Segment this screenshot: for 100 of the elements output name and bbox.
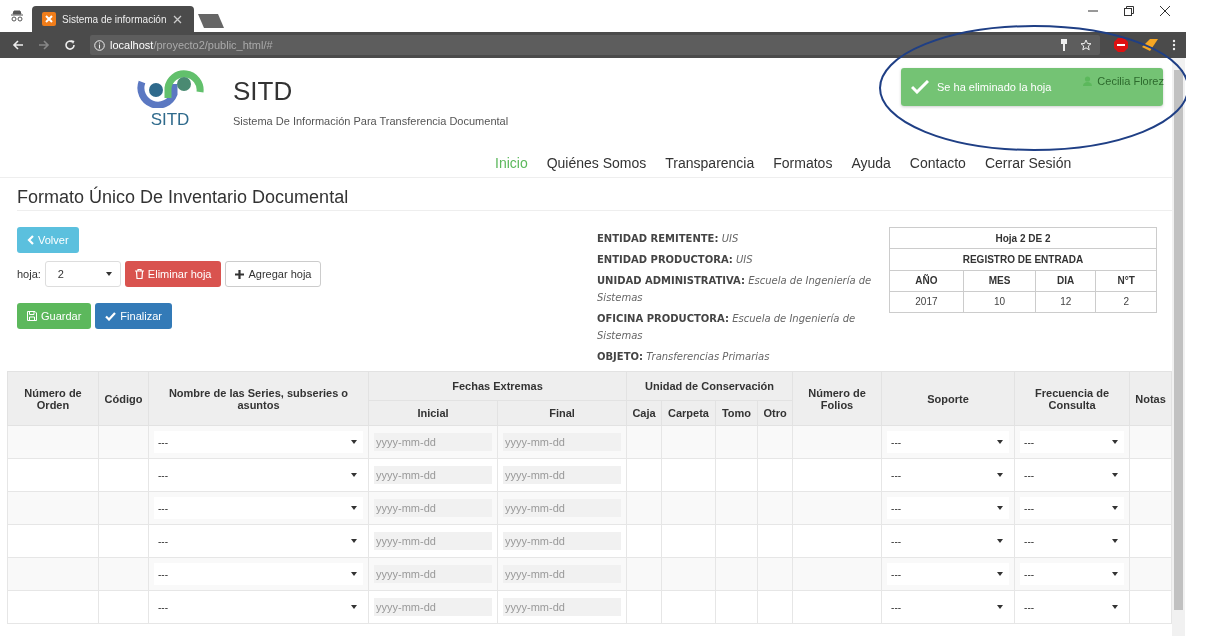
plus-icon [235, 269, 245, 279]
info-line: ENTIDAD REMITENTE: UIS [597, 232, 740, 246]
caret-icon [105, 272, 112, 276]
caret-icon [351, 572, 357, 576]
info-icon [94, 39, 105, 51]
column-header: AÑO [889, 270, 964, 292]
table-cell: 12 [1035, 291, 1096, 313]
nav-link[interactable]: Cerrar Sesión [984, 155, 1072, 171]
support-select[interactable]: --- [887, 431, 1010, 453]
sheet-count: Hoja 2 DE 2 [889, 227, 1157, 249]
date-field[interactable]: yyyy-mm-dd [374, 499, 492, 517]
caret-icon [997, 572, 1004, 576]
column-header: MES [963, 270, 1036, 292]
column-header: N°T [1095, 270, 1157, 292]
frequency-select[interactable]: --- [1020, 563, 1125, 585]
column-group-header: Unidad de Conservación [626, 371, 793, 401]
caret-icon [997, 440, 1004, 444]
caret-icon [997, 605, 1004, 609]
menu-icon[interactable] [1172, 39, 1176, 51]
date-field[interactable]: yyyy-mm-dd [374, 466, 492, 484]
column-header: Inicial [368, 400, 498, 426]
caret-icon [1112, 473, 1119, 477]
caret-icon [351, 605, 357, 609]
caret-icon [997, 473, 1004, 477]
restore-icon[interactable] [1124, 6, 1134, 16]
series-select[interactable]: --- [154, 497, 363, 519]
info-line: ENTIDAD PRODUCTORA: UIS [597, 253, 754, 267]
close-icon[interactable] [1160, 6, 1170, 16]
caret-icon [1112, 605, 1119, 609]
caret-icon [1112, 572, 1119, 576]
register-title: REGISTRO DE ENTRADA [889, 248, 1157, 270]
caret-icon [351, 539, 357, 543]
nav-link[interactable]: Ayuda [851, 155, 891, 171]
caret-icon [351, 473, 357, 477]
add-sheet-button[interactable]: Agregar hoja [225, 261, 322, 287]
check-icon [911, 80, 929, 94]
stop-sign-icon[interactable] [1114, 38, 1128, 52]
site-subtitle: Sistema De Información Para Transferencia Documental [233, 115, 509, 127]
caret-icon [997, 506, 1004, 510]
date-field[interactable]: yyyy-mm-dd [503, 532, 621, 550]
info-line: OFICINA PRODUCTORA: Escuela de Ingeniería de Sistemas [597, 312, 857, 343]
nav-link[interactable]: Formatos [773, 155, 833, 171]
page-title: Formato Único De Inventario Documental [17, 187, 1172, 211]
date-field[interactable]: yyyy-mm-dd [503, 466, 621, 484]
date-field[interactable]: yyyy-mm-dd [374, 565, 492, 583]
delete-sheet-button[interactable]: Eliminar hoja [124, 261, 222, 287]
date-field[interactable]: yyyy-mm-dd [503, 565, 621, 583]
date-field[interactable]: yyyy-mm-dd [374, 598, 492, 616]
column-header: Notas [1129, 371, 1172, 426]
caret-icon [1112, 440, 1119, 444]
nav-link[interactable]: Transparencia [665, 155, 755, 171]
support-select[interactable]: --- [887, 497, 1010, 519]
caret-icon [1112, 539, 1119, 543]
browser-tab[interactable]: Sistema de información [32, 6, 194, 32]
series-select[interactable]: --- [154, 563, 363, 585]
incognito-icon [10, 10, 24, 22]
column-header: Soporte [881, 371, 1015, 426]
date-field[interactable]: yyyy-mm-dd [374, 532, 492, 550]
back-arrow-icon[interactable] [12, 39, 24, 51]
address-bar[interactable]: localhost/proyecto2/public_html/# [90, 35, 1100, 55]
new-tab-icon[interactable] [198, 14, 224, 28]
sheet-select[interactable]: 2 [44, 261, 121, 287]
caret-icon [1112, 506, 1119, 510]
series-select[interactable]: --- [154, 431, 363, 453]
trash-icon [134, 269, 144, 279]
key-icon[interactable] [1059, 39, 1069, 51]
date-field[interactable]: yyyy-mm-dd [503, 433, 621, 451]
date-field[interactable]: yyyy-mm-dd [374, 433, 492, 451]
logo-drawing [136, 70, 204, 108]
column-header: Frecuencia de Consulta [1014, 371, 1130, 426]
column-header: DIA [1035, 270, 1096, 292]
user-icon [1083, 76, 1093, 86]
caret-icon [351, 506, 357, 510]
info-line: UNIDAD ADMINISTRATIVA: Escuela de Ingeniería de Sistemas [597, 274, 873, 305]
finish-button[interactable]: Finalizar [95, 303, 172, 329]
logo-text: SITD [150, 110, 190, 130]
table-cell: 2 [1095, 291, 1157, 313]
reload-icon[interactable] [64, 39, 76, 51]
frequency-select[interactable]: --- [1020, 431, 1125, 453]
sheet-label: hoja: [17, 268, 41, 280]
caret-icon [997, 539, 1004, 543]
forward-arrow-icon[interactable] [38, 39, 50, 51]
column-header: Código [98, 371, 149, 426]
star-icon[interactable] [1080, 39, 1092, 51]
column-header: Número de Orden [7, 371, 99, 426]
site-title: SITD [233, 76, 294, 107]
toast-message: Se ha eliminado la hoja [937, 81, 1052, 93]
date-field[interactable]: yyyy-mm-dd [503, 598, 621, 616]
nav-link[interactable]: Quiénes Somos [546, 155, 647, 171]
column-header: Nombre de las Series, subseries o asuntos [148, 371, 369, 426]
nav-link[interactable]: Contacto [909, 155, 966, 171]
date-field[interactable]: yyyy-mm-dd [503, 499, 621, 517]
column-header: Final [497, 400, 627, 426]
column-group-header: Fechas Extremas [368, 371, 627, 401]
support-select[interactable]: --- [887, 563, 1010, 585]
frequency-select[interactable]: --- [1020, 497, 1125, 519]
column-header: Número de Folios [792, 371, 882, 426]
favicon-icon [42, 12, 56, 26]
scrollbar[interactable] [1172, 58, 1185, 636]
tag-icon[interactable] [1142, 39, 1158, 51]
